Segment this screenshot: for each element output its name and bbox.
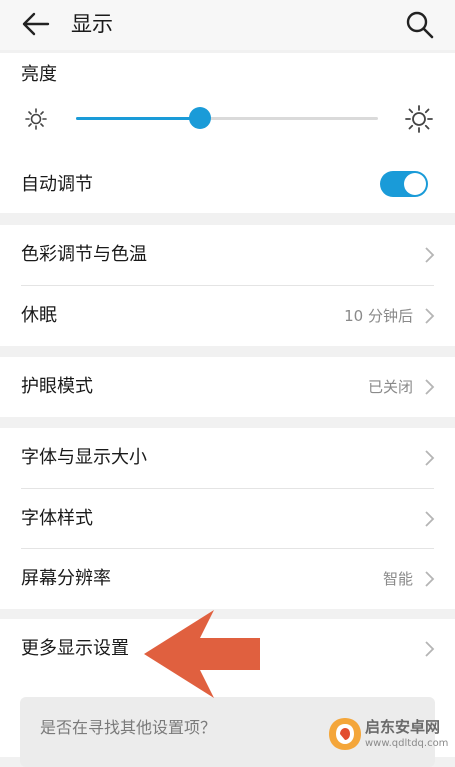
eye-comfort-label: 护眼模式: [21, 376, 93, 397]
sleep-value: 10 分钟后: [344, 307, 413, 325]
top-app-bar: 显示: [0, 0, 455, 50]
color-sleep-section: 色彩调节与色温 休眠 10 分钟后: [0, 225, 455, 346]
annotation-arrow-icon: [144, 610, 260, 698]
screen-resolution-row[interactable]: 屏幕分辨率 智能: [0, 549, 455, 609]
eye-comfort-section: 护眼模式 已关闭: [0, 357, 455, 417]
font-size-label: 字体与显示大小: [21, 447, 147, 468]
sleep-row[interactable]: 休眠 10 分钟后: [0, 286, 455, 346]
brightness-low-icon: [24, 107, 48, 131]
font-style-label: 字体样式: [21, 508, 93, 529]
more-display-settings-label: 更多显示设置: [21, 638, 129, 659]
chevron-right-icon: [425, 511, 435, 527]
font-resolution-section: 字体与显示大小 字体样式 屏幕分辨率 智能: [0, 428, 455, 609]
brightness-label: 亮度: [21, 64, 57, 85]
chevron-right-icon: [425, 308, 435, 324]
screen-resolution-value: 智能: [382, 570, 413, 588]
page-title: 显示: [71, 12, 113, 36]
brightness-high-icon: [404, 104, 434, 134]
watermark-name: 启东安卓网: [365, 718, 441, 736]
screen-resolution-label: 屏幕分辨率: [21, 568, 111, 589]
chevron-right-icon: [425, 571, 435, 587]
chevron-right-icon: [425, 379, 435, 395]
brightness-slider[interactable]: [76, 107, 378, 129]
toggle-knob: [404, 173, 426, 195]
auto-adjust-label: 自动调节: [21, 174, 93, 195]
font-size-row[interactable]: 字体与显示大小: [0, 428, 455, 488]
chevron-right-icon: [425, 247, 435, 263]
watermark: 启东安卓网 www.qdltdq.com: [325, 712, 455, 757]
font-style-row[interactable]: 字体样式: [0, 489, 455, 549]
brightness-slider-thumb[interactable]: [188, 107, 211, 129]
color-temperature-row[interactable]: 色彩调节与色温: [0, 225, 455, 285]
watermark-logo-icon: [329, 718, 361, 750]
chevron-right-icon: [425, 641, 435, 657]
eye-comfort-row[interactable]: 护眼模式 已关闭: [0, 357, 455, 417]
back-arrow-icon[interactable]: [18, 9, 52, 39]
brightness-section: 亮度 自动调节: [0, 53, 455, 213]
search-icon[interactable]: [402, 8, 436, 40]
watermark-url: www.qdltdq.com: [365, 738, 449, 749]
auto-adjust-toggle[interactable]: [380, 171, 428, 197]
chevron-right-icon: [425, 450, 435, 466]
brightness-slider-fill: [76, 117, 200, 120]
eye-comfort-value: 已关闭: [367, 378, 413, 396]
color-temperature-label: 色彩调节与色温: [21, 244, 147, 265]
suggestion-text: 是否在寻找其他设置项？: [40, 718, 217, 737]
sleep-label: 休眠: [21, 305, 57, 326]
